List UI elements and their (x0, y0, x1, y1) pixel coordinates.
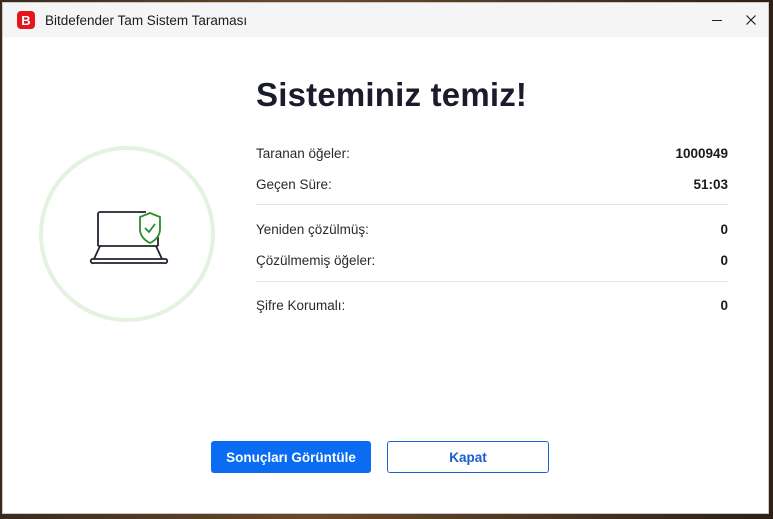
window-title: Bitdefender Tam Sistem Taraması (45, 12, 248, 28)
close-button[interactable]: Kapat (387, 441, 549, 473)
divider (256, 281, 728, 282)
stat-row-elapsed-time: Geçen Süre: 51:03 (256, 177, 728, 192)
stat-row-unresolved: Çözülmemiş öğeler: 0 (256, 253, 728, 268)
stat-label: Taranan öğeler: (256, 146, 350, 161)
stat-label: Yeniden çözülmüş: (256, 222, 369, 237)
stat-value: 51:03 (693, 177, 728, 192)
bitdefender-logo-icon: B (17, 11, 35, 29)
divider (256, 204, 728, 205)
close-window-button[interactable] (734, 3, 768, 37)
minimize-button[interactable] (700, 3, 734, 37)
title-bar: B Bitdefender Tam Sistem Taraması (3, 3, 768, 37)
stat-row-scanned-items: Taranan öğeler: 1000949 (256, 146, 728, 161)
minimize-icon (712, 20, 722, 21)
stat-value: 0 (720, 253, 728, 268)
close-icon (746, 15, 756, 25)
stat-label: Geçen Süre: (256, 177, 332, 192)
stat-row-resolved: Yeniden çözülmüş: 0 (256, 222, 728, 237)
stat-value: 1000949 (675, 146, 728, 161)
stat-label: Çözülmemiş öğeler: (256, 253, 376, 268)
stat-value: 0 (720, 298, 728, 313)
scan-result-headline: Sisteminiz temiz! (256, 76, 528, 113)
stat-value: 0 (720, 222, 728, 237)
window-controls (700, 3, 768, 37)
laptop-shield-check-icon (89, 211, 169, 265)
view-results-button[interactable]: Sonuçları Görüntüle (211, 441, 371, 473)
stat-row-password-protected: Şifre Korumalı: 0 (256, 298, 728, 313)
stat-label: Şifre Korumalı: (256, 298, 346, 313)
